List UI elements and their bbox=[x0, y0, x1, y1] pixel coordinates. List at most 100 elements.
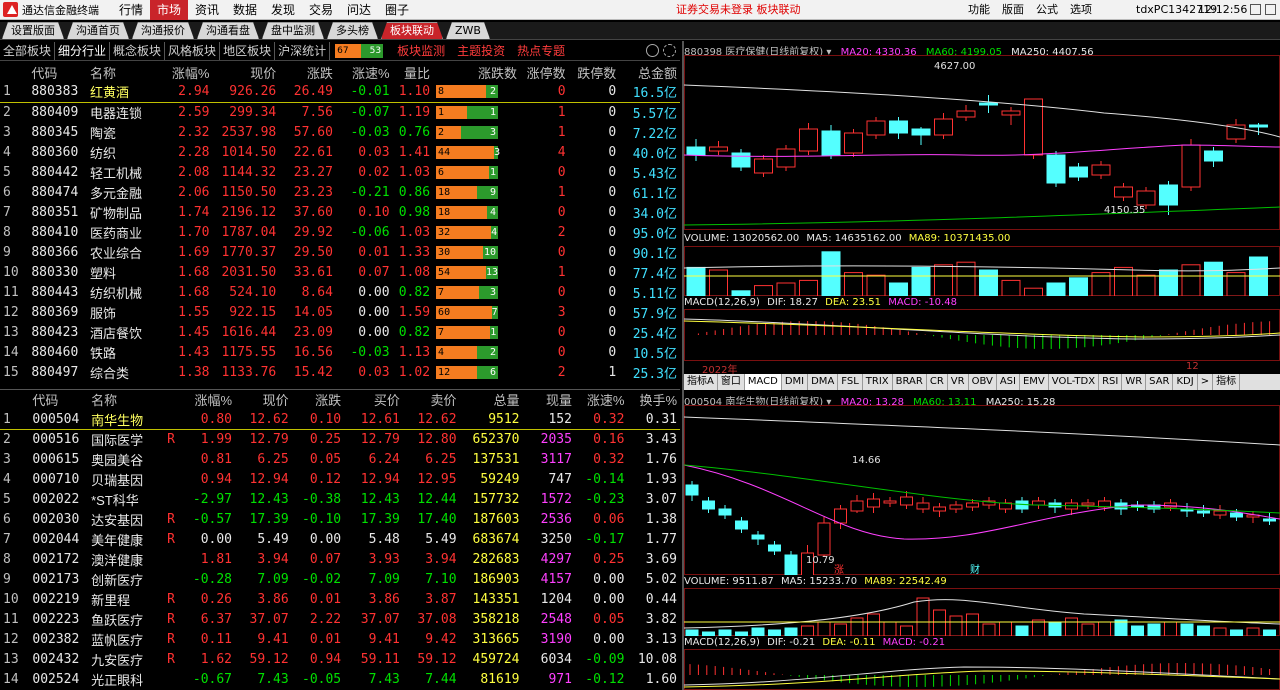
stock-col-8[interactable]: 卖价 bbox=[403, 390, 460, 410]
subtab-3[interactable]: 风格板块 bbox=[165, 41, 221, 60]
stock-row[interactable]: 4 000710 贝瑞基因 0.94 12.94 0.12 12.94 12.95 59249 7… bbox=[0, 470, 680, 490]
tab-3[interactable]: 沟通看盘 bbox=[197, 22, 259, 39]
indicator-tab-5[interactable]: FSL bbox=[838, 374, 863, 390]
sector-row[interactable]: 10 880330 塑料 1.68 2031.50 33.61 0.07 1.08 54 13 1 0… bbox=[0, 262, 680, 282]
indicator-tab-2[interactable]: MACD bbox=[744, 374, 782, 390]
sector-col-8[interactable]: 涨跌数 bbox=[433, 62, 520, 82]
indicator-tab-8[interactable]: CR bbox=[927, 374, 948, 390]
sector-col-5[interactable]: 涨跌 bbox=[279, 62, 336, 82]
tab-6[interactable]: 板块联动 bbox=[381, 22, 443, 39]
sector-col-11[interactable]: 总金额 bbox=[619, 62, 680, 82]
sector-row[interactable]: 15 880497 综合类 1.38 1133.76 15.42 0.03 1.02 12 6 2 1… bbox=[0, 362, 680, 382]
indicator-tab-9[interactable]: VR bbox=[948, 374, 969, 390]
indicator-tab-15[interactable]: WR bbox=[1122, 374, 1147, 390]
menu-item-1[interactable]: 市场 bbox=[150, 0, 188, 20]
feature-tab-2[interactable]: 热点专题 bbox=[514, 42, 568, 60]
indicator-tab-16[interactable]: SAR bbox=[1146, 374, 1174, 390]
indicator-tab-10[interactable]: OBV bbox=[969, 374, 997, 390]
sector-row[interactable]: 13 880423 酒店餐饮 1.45 1616.44 23.09 0.00 0.82 7 1 0 0… bbox=[0, 322, 680, 342]
indicator-tab-0[interactable]: 指标A bbox=[684, 374, 718, 390]
indicator-tab-1[interactable]: 窗口 bbox=[718, 374, 745, 390]
subtab-2[interactable]: 概念板块 bbox=[110, 41, 166, 60]
indicator-tab-4[interactable]: DMA bbox=[808, 374, 839, 390]
indicator-tab-14[interactable]: RSI bbox=[1099, 374, 1123, 390]
indicator-tab-18[interactable]: > bbox=[1198, 374, 1214, 390]
top-macd-chart[interactable] bbox=[684, 309, 1280, 361]
indicator-tab-17[interactable]: KDJ bbox=[1173, 374, 1198, 390]
menu-item-0[interactable]: 行情 bbox=[112, 0, 150, 20]
tab-0[interactable]: 设置版面 bbox=[2, 22, 64, 39]
menu-item-4[interactable]: 发现 bbox=[264, 0, 302, 20]
sector-row[interactable]: 7 880351 矿物制品 1.74 2196.12 37.60 0.10 0.98 18 4 0 0… bbox=[0, 202, 680, 222]
sector-col-3[interactable]: 涨幅% bbox=[154, 62, 213, 82]
stock-col-2[interactable]: 名称 bbox=[88, 390, 161, 410]
tab-4[interactable]: 盘中监测 bbox=[262, 22, 324, 39]
stock-col-9[interactable]: 总量 bbox=[460, 390, 523, 410]
top-candlestick-chart[interactable]: 4627.00 4150.35 bbox=[684, 55, 1280, 230]
sector-row[interactable]: 3 880345 陶瓷 2.32 2537.98 57.60 -0.03 0.76 2 3 1 0 7.… bbox=[0, 122, 680, 142]
stock-col-0[interactable] bbox=[0, 390, 29, 410]
sector-row[interactable]: 1 880383 红黄酒 2.94 926.26 26.49 -0.01 1.10 8 2 0 0 16… bbox=[0, 82, 680, 103]
sector-row[interactable]: 6 880474 多元金融 2.06 1150.50 23.23 -0.21 0.86 18 9 1… bbox=[0, 182, 680, 202]
login-notice[interactable]: 证券交易未登录 板块联动 bbox=[676, 0, 801, 20]
subtab-0[interactable]: 全部板块 bbox=[0, 41, 56, 60]
feature-tab-1[interactable]: 主题投资 bbox=[454, 42, 508, 60]
stock-col-12[interactable]: 换手% bbox=[627, 390, 680, 410]
sector-col-1[interactable]: 代码 bbox=[28, 62, 87, 82]
tab-1[interactable]: 沟通首页 bbox=[67, 22, 129, 39]
tab-5[interactable]: 多头榜 bbox=[327, 22, 378, 39]
sector-row[interactable]: 9 880366 农业综合 1.69 1770.37 29.50 0.01 1.33 30 10 0… bbox=[0, 242, 680, 262]
right-menu-item-2[interactable]: 公式 bbox=[1036, 0, 1058, 20]
bottom-candlestick-chart[interactable]: 14.66 10.79涨 财 bbox=[684, 405, 1280, 575]
feature-tab-0[interactable]: 板块监测 bbox=[394, 42, 448, 60]
menu-item-2[interactable]: 资讯 bbox=[188, 0, 226, 20]
menu-item-6[interactable]: 问达 bbox=[340, 0, 378, 20]
minimize-icon[interactable] bbox=[1250, 4, 1261, 15]
sector-row[interactable]: 5 880442 轻工机械 2.08 1144.32 23.27 0.02 1.03 6 1 0 0 5… bbox=[0, 162, 680, 182]
stock-col-11[interactable]: 涨速% bbox=[575, 390, 627, 410]
sector-col-10[interactable]: 跌停数 bbox=[569, 62, 620, 82]
stock-col-7[interactable]: 买价 bbox=[344, 390, 403, 410]
sector-col-6[interactable]: 涨速% bbox=[336, 62, 393, 82]
indicator-tab-6[interactable]: TRIX bbox=[863, 374, 893, 390]
stock-col-6[interactable]: 涨跌 bbox=[292, 390, 344, 410]
menu-item-3[interactable]: 数据 bbox=[226, 0, 264, 20]
sector-col-4[interactable]: 现价 bbox=[212, 62, 279, 82]
close-icon[interactable] bbox=[1265, 4, 1276, 15]
stock-row[interactable]: 11 002223 鱼跃医疗 R 6.37 37.07 2.22 37.07 37.08 3582… bbox=[0, 610, 680, 630]
sector-row[interactable]: 14 880460 铁路 1.43 1175.55 16.56 -0.03 1.13 4 2 0 0 1… bbox=[0, 342, 680, 362]
gear-icon[interactable] bbox=[663, 44, 676, 57]
stock-row[interactable]: 10 002219 新里程 R 0.26 3.86 0.01 3.86 3.87 143351 12… bbox=[0, 590, 680, 610]
stock-col-5[interactable]: 现价 bbox=[235, 390, 292, 410]
stock-row[interactable]: 7 002044 美年健康 R 0.00 5.49 0.00 5.48 5.49 683674 32… bbox=[0, 530, 680, 550]
subtab-1[interactable]: 细分行业 bbox=[55, 41, 111, 60]
indicator-tab-12[interactable]: EMV bbox=[1020, 374, 1049, 390]
right-menu-item-0[interactable]: 功能 bbox=[968, 0, 990, 20]
subtab-5[interactable]: 沪深统计 bbox=[275, 41, 331, 60]
sector-row[interactable]: 8 880410 医药商业 1.70 1787.04 29.92 -0.06 1.03 32 4 2… bbox=[0, 222, 680, 242]
bottom-volume-chart[interactable] bbox=[684, 588, 1280, 636]
indicator-tab-13[interactable]: VOL-TDX bbox=[1049, 374, 1100, 390]
sector-col-9[interactable]: 涨停数 bbox=[520, 62, 569, 82]
sector-col-0[interactable] bbox=[0, 62, 28, 82]
sector-row[interactable]: 4 880360 纺织 2.28 1014.50 22.61 0.03 1.41 44 3 4 0 40… bbox=[0, 142, 680, 162]
indicator-tab-3[interactable]: DMI bbox=[782, 374, 809, 390]
menu-item-7[interactable]: 圈子 bbox=[378, 0, 416, 20]
search-icon[interactable] bbox=[646, 44, 659, 57]
sector-row[interactable]: 2 880409 电器连锁 2.59 299.34 7.56 -0.07 1.19 1 1 1 0 5.… bbox=[0, 102, 680, 122]
stock-col-4[interactable]: 涨幅% bbox=[180, 390, 235, 410]
stock-col-3[interactable] bbox=[162, 390, 181, 410]
stock-col-10[interactable]: 现量 bbox=[523, 390, 575, 410]
bottom-macd-chart[interactable] bbox=[684, 649, 1280, 690]
stock-row[interactable]: 14 002524 光正眼科 -0.67 7.43 -0.05 7.43 7.44 81619 9… bbox=[0, 670, 680, 690]
stock-row[interactable]: 8 002172 澳洋健康 1.81 3.94 0.07 3.93 3.94 282683 429… bbox=[0, 550, 680, 570]
tab-7[interactable]: ZWB bbox=[446, 22, 490, 39]
right-menu-item-3[interactable]: 选项 bbox=[1070, 0, 1092, 20]
menu-item-5[interactable]: 交易 bbox=[302, 0, 340, 20]
right-menu-item-1[interactable]: 版面 bbox=[1002, 0, 1024, 20]
sector-col-2[interactable]: 名称 bbox=[87, 62, 154, 82]
indicator-tab-19[interactable]: 指标 bbox=[1213, 374, 1241, 390]
top-volume-chart[interactable] bbox=[684, 246, 1280, 296]
stock-row[interactable]: 9 002173 创新医疗 -0.28 7.09 -0.02 7.09 7.10 186903 4… bbox=[0, 570, 680, 590]
stock-row[interactable]: 2 000516 国际医学 R 1.99 12.79 0.25 12.79 12.80 65237… bbox=[0, 430, 680, 450]
